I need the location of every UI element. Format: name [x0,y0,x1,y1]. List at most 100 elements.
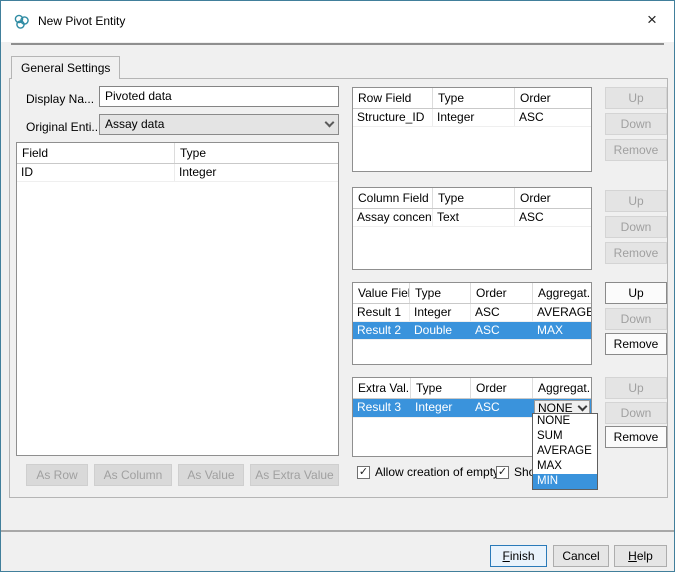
cancel-button[interactable]: Cancel [553,545,609,567]
tab-general-settings[interactable]: General Settings [11,56,120,79]
column-field-remove-button[interactable]: Remove [605,242,667,264]
order-column-header: Order [471,283,533,303]
original-entity-value: Assay data [105,117,164,132]
dropdown-option-min[interactable]: MIN [533,474,597,489]
original-entity-select[interactable]: Assay data [99,114,339,135]
display-name-label: Display Na... [26,92,94,106]
extra-value-column-header: Extra Val... [353,378,411,398]
order-cell: ASC [471,399,533,417]
field-column-header: Field [17,143,175,163]
window-title: New Pivot Entity [38,14,125,28]
dropdown-option-sum[interactable]: SUM [533,429,597,444]
row-field-up-button[interactable]: Up [605,87,667,109]
extra-value-header: Extra Val... Type Order Aggregat... [353,378,591,399]
titlebar: New Pivot Entity × [1,1,674,42]
finish-label: inish [510,549,535,563]
pivot-app-icon [13,13,30,30]
order-column-header: Order [515,188,591,208]
type-cell: Integer [433,109,515,126]
aggregation-column-header: Aggregat... [533,378,591,398]
type-cell: Text [433,209,515,226]
value-field-table: Value Field Type Order Aggregat... Resul… [352,282,592,365]
close-icon: × [647,10,657,30]
order-column-header: Order [515,88,591,108]
help-label: elp [637,549,653,563]
tab-label: General Settings [21,61,110,75]
order-cell: ASC [471,304,533,321]
allow-empty-checkbox[interactable]: ✓ Allow creation of empty... [357,465,508,479]
column-field-header: Column Field Type Order [353,188,591,209]
row-field-header: Row Field Type Order [353,88,591,109]
value-field-remove-button[interactable]: Remove [605,333,667,355]
display-name-input[interactable]: Pivoted data [99,86,339,107]
table-row-selected[interactable]: Result 2 Double ASC MAX [353,322,591,340]
column-field-down-button[interactable]: Down [605,216,667,238]
column-field-up-button[interactable]: Up [605,190,667,212]
row-field-down-button[interactable]: Down [605,113,667,135]
row-field-column-header: Row Field [353,88,433,108]
type-cell: Double [410,322,471,339]
order-cell: ASC [515,209,591,226]
row-field-remove-button[interactable]: Remove [605,139,667,161]
type-column-header: Type [433,88,515,108]
finish-button[interactable]: Finish [490,545,547,567]
order-column-header: Order [471,378,533,398]
dropdown-option-max[interactable]: MAX [533,459,597,474]
field-cell: ID [17,164,175,181]
order-cell: ASC [471,322,533,339]
type-cell: Integer [411,399,471,417]
type-column-header: Type [433,188,515,208]
value-field-down-button[interactable]: Down [605,308,667,330]
title-separator [11,43,664,45]
type-column-header: Type [175,143,338,163]
table-row[interactable]: Assay concentr... Text ASC [353,209,591,227]
checkbox-checked-icon: ✓ [496,466,509,479]
as-column-button[interactable]: As Column [94,464,172,486]
chevron-down-icon [578,401,588,411]
help-button[interactable]: Help [614,545,667,567]
table-row[interactable]: Structure_ID Integer ASC [353,109,591,127]
close-button[interactable]: × [636,6,668,34]
column-field-cell: Assay concentr... [353,209,433,226]
finish-label-underline: F [502,549,509,563]
extra-value-cell: Result 3 [353,399,411,417]
order-cell: ASC [515,109,591,126]
column-field-column-header: Column Field [353,188,433,208]
value-field-up-button[interactable]: Up [605,282,667,304]
checkbox-checked-icon: ✓ [357,466,370,479]
table-row[interactable]: Result 1 Integer ASC AVERAGE [353,304,591,322]
value-field-cell: Result 2 [353,322,410,339]
extra-value-up-button[interactable]: Up [605,377,667,399]
fields-table-header: Field Type [17,143,338,164]
extra-value-remove-button[interactable]: Remove [605,426,667,448]
aggregation-cell: MAX [533,322,591,339]
row-field-cell: Structure_ID [353,109,433,126]
dropdown-option-none[interactable]: NONE [533,414,597,429]
extra-value-down-button[interactable]: Down [605,402,667,424]
aggregation-dropdown: NONE SUM AVERAGE MAX MIN [532,413,598,490]
allow-empty-label: Allow creation of empty... [375,465,508,479]
display-name-value: Pivoted data [105,89,172,103]
type-cell: Integer [175,164,338,181]
new-pivot-entity-dialog: New Pivot Entity × General Settings Disp… [0,0,675,572]
column-field-table: Column Field Type Order Assay concentr..… [352,187,592,270]
dropdown-option-average[interactable]: AVERAGE [533,444,597,459]
aggregation-column-header: Aggregat... [533,283,591,303]
as-value-button[interactable]: As Value [178,464,244,486]
value-field-header: Value Field Type Order Aggregat... [353,283,591,304]
as-row-button[interactable]: As Row [26,464,88,486]
type-column-header: Type [411,378,471,398]
table-row[interactable]: ID Integer [17,164,338,182]
type-column-header: Type [410,283,471,303]
as-extra-value-button[interactable]: As Extra Value [250,464,339,486]
type-cell: Integer [410,304,471,321]
chevron-down-icon [325,118,335,128]
help-label-underline: H [628,549,637,563]
original-entity-label: Original Enti... [26,120,101,134]
row-field-table: Row Field Type Order Structure_ID Intege… [352,87,592,172]
value-field-cell: Result 1 [353,304,410,321]
footer-separator [1,530,674,532]
fields-table: Field Type ID Integer [16,142,339,456]
aggregation-cell: AVERAGE [533,304,591,321]
value-field-column-header: Value Field [353,283,410,303]
